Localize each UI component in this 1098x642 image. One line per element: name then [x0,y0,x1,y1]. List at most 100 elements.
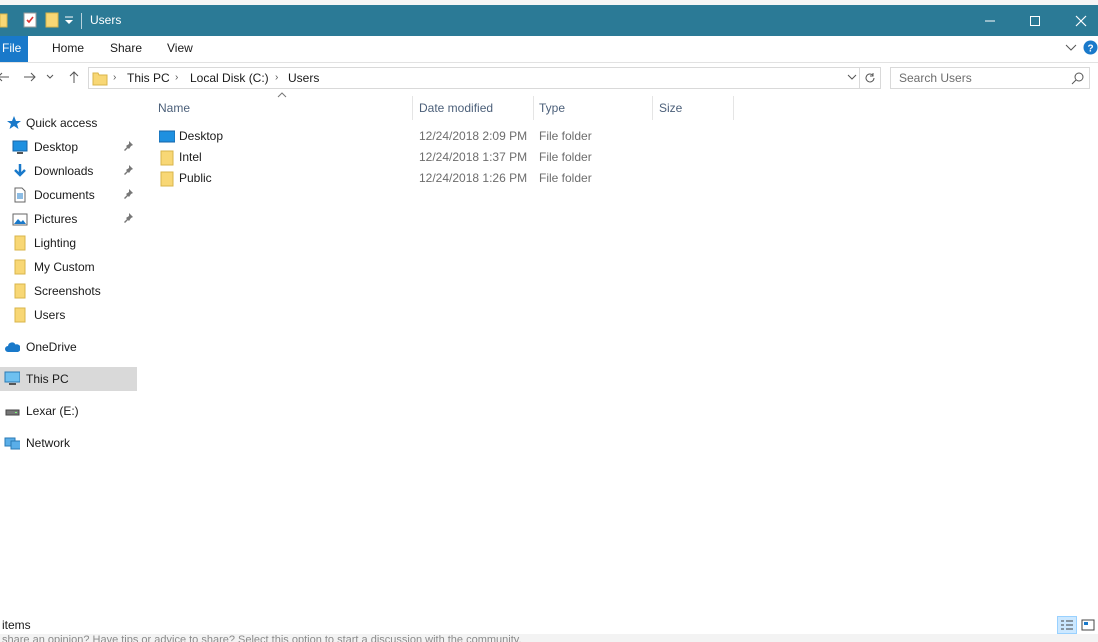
folder-icon [14,259,26,275]
expand-ribbon-icon[interactable] [1065,43,1077,53]
folder-icon [160,150,174,166]
star-icon [7,116,21,129]
help-icon[interactable]: ? [1083,40,1098,55]
address-dropdown-icon[interactable] [847,74,857,82]
nav-label: Lexar (E:) [26,404,79,418]
nav-lighting[interactable]: Lighting [0,232,137,254]
column-header-date[interactable]: Date modified [413,96,533,120]
up-arrow-icon [69,71,79,83]
address-bar[interactable]: › This PC › Local Disk (C:) › Users [88,67,860,89]
computer-icon [4,371,20,385]
pin-icon[interactable] [122,164,134,176]
folder-icon [0,13,8,28]
nav-quick-access[interactable]: Quick access [0,112,137,134]
nav-label: OneDrive [26,340,77,354]
details-view-button[interactable] [1057,616,1077,634]
recent-locations-button[interactable] [44,68,56,86]
nav-screenshots[interactable]: Screenshots [0,280,137,302]
new-folder-icon[interactable] [44,12,60,28]
large-icons-view-icon [1081,619,1095,631]
search-box[interactable] [890,67,1090,89]
nav-onedrive[interactable]: OneDrive [0,336,137,358]
download-arrow-icon [14,164,26,177]
column-label: Type [539,101,566,115]
nav-label: Desktop [34,140,79,154]
column-label: Date modified [419,101,494,115]
column-divider[interactable] [733,96,734,120]
tab-share[interactable]: Share [98,36,154,62]
nav-label: Documents [34,188,95,202]
nav-downloads[interactable]: Downloads [0,160,137,182]
breadcrumb-local-disk[interactable]: Local Disk (C:) [190,71,269,85]
breadcrumb-separator[interactable]: › [275,72,278,83]
nav-pictures[interactable]: Pictures [0,208,137,230]
refresh-button[interactable] [860,67,881,89]
file-type: File folder [539,171,592,185]
file-row[interactable]: Public 12/24/2018 1:26 PM File folder [156,168,736,189]
drive-icon [5,409,20,416]
folder-icon [160,171,174,187]
column-header-size[interactable]: Size [653,96,733,120]
properties-icon[interactable] [22,12,38,28]
breadcrumb-separator[interactable]: › [113,72,116,83]
file-name: Intel [179,150,202,164]
close-button[interactable] [1058,5,1098,36]
window-title: Users [90,13,122,27]
file-date: 12/24/2018 1:26 PM [419,171,528,185]
breadcrumb-this-pc[interactable]: This PC [127,71,170,85]
column-label: Name [158,101,191,115]
nav-label: Pictures [34,212,78,226]
nav-documents[interactable]: Documents [0,184,137,206]
pin-icon[interactable] [122,212,134,224]
breadcrumb-separator[interactable]: › [175,72,178,83]
column-header-type[interactable]: Type [534,96,652,120]
file-type: File folder [539,129,592,143]
tab-file[interactable]: File [0,36,29,62]
folder-icon [92,72,108,86]
file-type: File folder [539,150,592,164]
breadcrumb-users[interactable]: Users [288,71,319,85]
minimize-icon [985,20,995,21]
search-icon[interactable] [1071,71,1085,85]
desktop-icon [12,140,28,154]
column-header-name[interactable]: Name [156,96,412,120]
nav-desktop[interactable]: Desktop [0,136,137,158]
background-page-text: share an opinion? Have tips or advice to… [0,634,1098,642]
nav-this-pc[interactable]: This PC [0,367,137,391]
maximize-icon [1030,15,1040,26]
network-icon [4,437,20,450]
large-icons-view-button[interactable] [1078,616,1098,634]
forward-button[interactable] [21,68,39,86]
tab-home[interactable]: Home [40,36,96,62]
nav-my-custom[interactable]: My Custom [0,256,137,278]
minimize-button[interactable] [967,5,1013,36]
file-row[interactable]: Intel 12/24/2018 1:37 PM File folder [156,147,736,168]
file-date: 12/24/2018 1:37 PM [419,150,528,164]
nav-lexar[interactable]: Lexar (E:) [0,400,137,422]
nav-network[interactable]: Network [0,432,137,454]
back-arrow-icon [0,72,9,82]
tab-view[interactable]: View [155,36,205,62]
pin-icon[interactable] [122,188,134,200]
svg-text:?: ? [1087,44,1093,55]
ribbon: File Home Share View ? [0,36,1098,63]
file-name: Public [179,171,212,185]
nav-label: Lighting [34,236,77,250]
pin-icon[interactable] [122,140,134,152]
title-separator [81,13,82,29]
desktop-folder-icon [159,130,175,143]
file-name: Desktop [179,129,224,143]
title-bar[interactable]: Users [0,5,1098,36]
cloud-icon [5,342,20,352]
search-input[interactable] [891,68,1082,88]
chevron-down-icon [46,74,54,79]
customize-quick-access-icon[interactable] [64,16,74,26]
up-button[interactable] [65,68,83,86]
nav-label: Downloads [34,164,94,178]
item-count: items [2,618,31,632]
nav-label: Quick access [26,116,98,130]
file-row[interactable]: Desktop 12/24/2018 2:09 PM File folder [156,126,736,147]
nav-users[interactable]: Users [0,304,137,326]
maximize-button[interactable] [1012,5,1058,36]
back-button[interactable] [0,68,12,86]
